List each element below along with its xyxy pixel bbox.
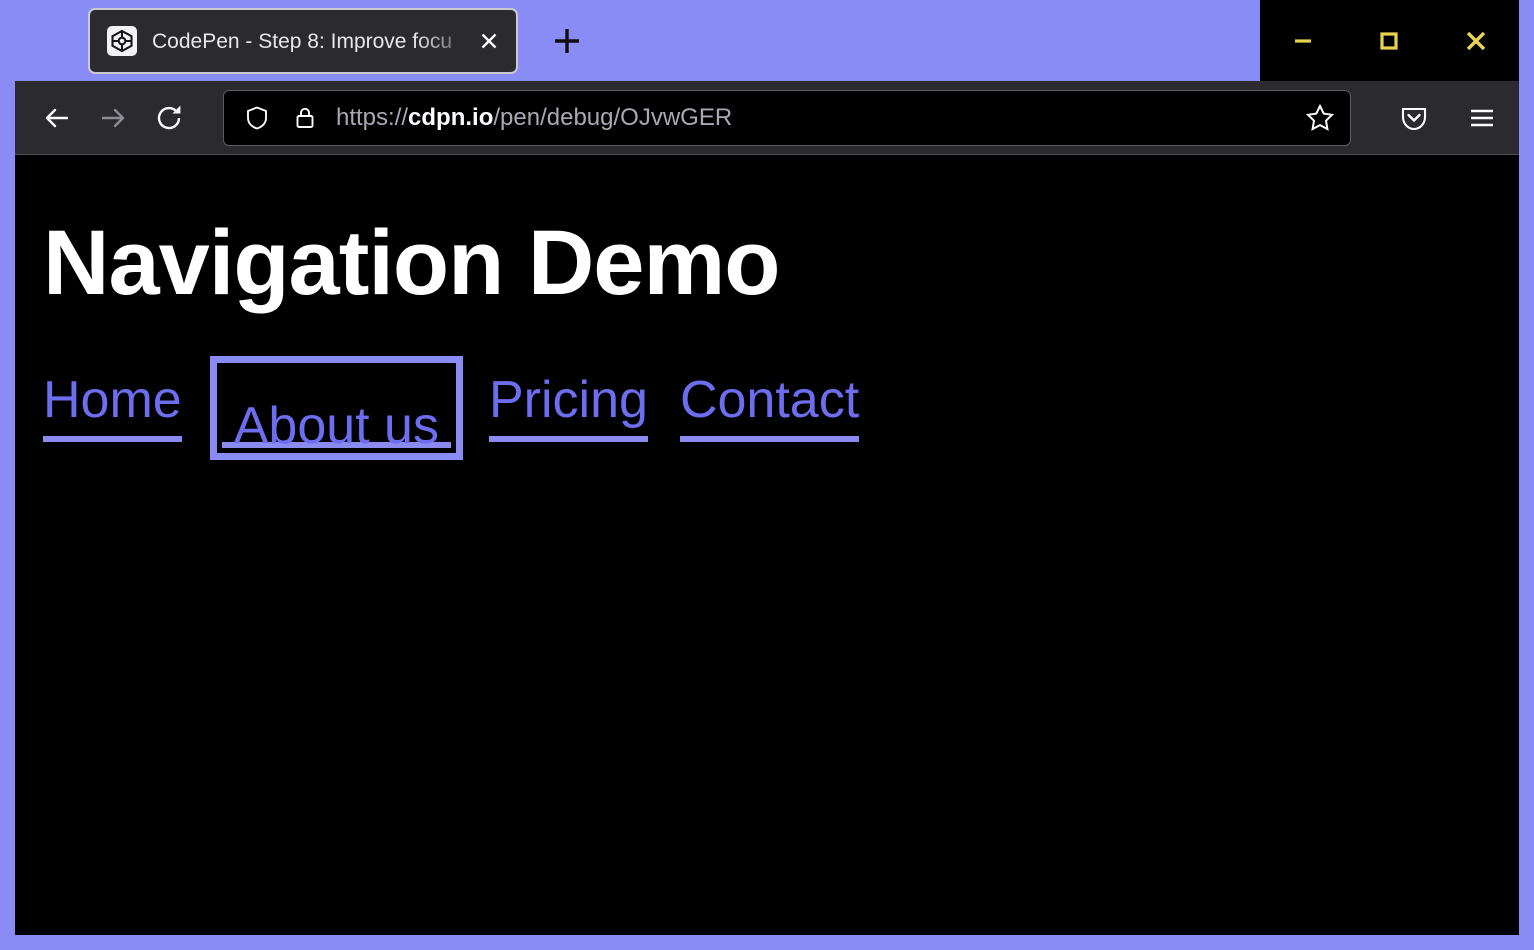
nav-link-contact[interactable]: Contact bbox=[680, 374, 859, 442]
pocket-icon[interactable] bbox=[1389, 93, 1439, 143]
close-tab-icon[interactable] bbox=[474, 26, 504, 56]
padlock-icon[interactable] bbox=[288, 101, 322, 135]
nav-link-pricing-label: Pricing bbox=[489, 371, 648, 429]
tab-strip: CodePen - Step 8: Improve focu bbox=[0, 0, 1534, 81]
address-bar[interactable]: https://cdpn.io/pen/debug/OJvwGER bbox=[223, 90, 1351, 146]
toolbar-right-actions bbox=[1373, 93, 1507, 143]
demo-navigation: Home About us Pricing Contact bbox=[43, 368, 1519, 448]
tab-title: CodePen - Step 8: Improve focu bbox=[152, 31, 472, 52]
page-title: Navigation Demo bbox=[43, 215, 1519, 312]
nav-link-pricing[interactable]: Pricing bbox=[489, 374, 648, 442]
hamburger-menu-icon[interactable] bbox=[1457, 93, 1507, 143]
new-tab-button[interactable] bbox=[538, 12, 596, 70]
browser-window: CodePen - Step 8: Improve focu bbox=[0, 0, 1534, 950]
shield-icon[interactable] bbox=[240, 101, 274, 135]
minimize-window-button[interactable] bbox=[1264, 0, 1342, 81]
codepen-favicon bbox=[107, 26, 137, 56]
reload-button[interactable] bbox=[141, 90, 197, 146]
nav-link-contact-label: Contact bbox=[680, 371, 859, 429]
url-path: /pen/debug/OJvwGER bbox=[493, 104, 732, 131]
url-text[interactable]: https://cdpn.io/pen/debug/OJvwGER bbox=[336, 104, 1300, 132]
nav-link-about-us[interactable]: About us bbox=[222, 368, 451, 448]
nav-link-about-us-label: About us bbox=[234, 397, 439, 455]
forward-button[interactable] bbox=[85, 90, 141, 146]
nav-link-home-label: Home bbox=[43, 371, 182, 429]
url-scheme: https:// bbox=[336, 104, 408, 131]
browser-toolbar: https://cdpn.io/pen/debug/OJvwGER bbox=[15, 81, 1519, 155]
url-host: cdpn.io bbox=[408, 104, 493, 131]
close-window-button[interactable] bbox=[1437, 0, 1515, 81]
nav-link-home[interactable]: Home bbox=[43, 374, 182, 442]
browser-tab-codepen[interactable]: CodePen - Step 8: Improve focu bbox=[88, 8, 518, 74]
bookmark-star-icon[interactable] bbox=[1300, 98, 1340, 138]
maximize-window-button[interactable] bbox=[1350, 0, 1428, 81]
window-controls bbox=[1260, 0, 1519, 81]
back-button[interactable] bbox=[29, 90, 85, 146]
page-content: Navigation Demo Home About us Pricing Co… bbox=[15, 155, 1519, 935]
